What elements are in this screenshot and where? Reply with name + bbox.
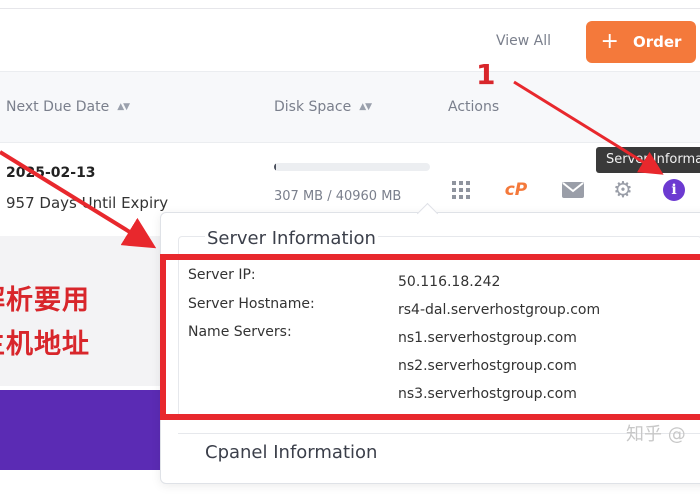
annotation-arrows xyxy=(0,80,664,249)
watermark: 知乎 @ xyxy=(626,424,686,445)
step-number: 1 xyxy=(476,58,496,91)
arrow-to-info-icon xyxy=(513,80,664,175)
arrow-to-server-info xyxy=(0,150,157,249)
